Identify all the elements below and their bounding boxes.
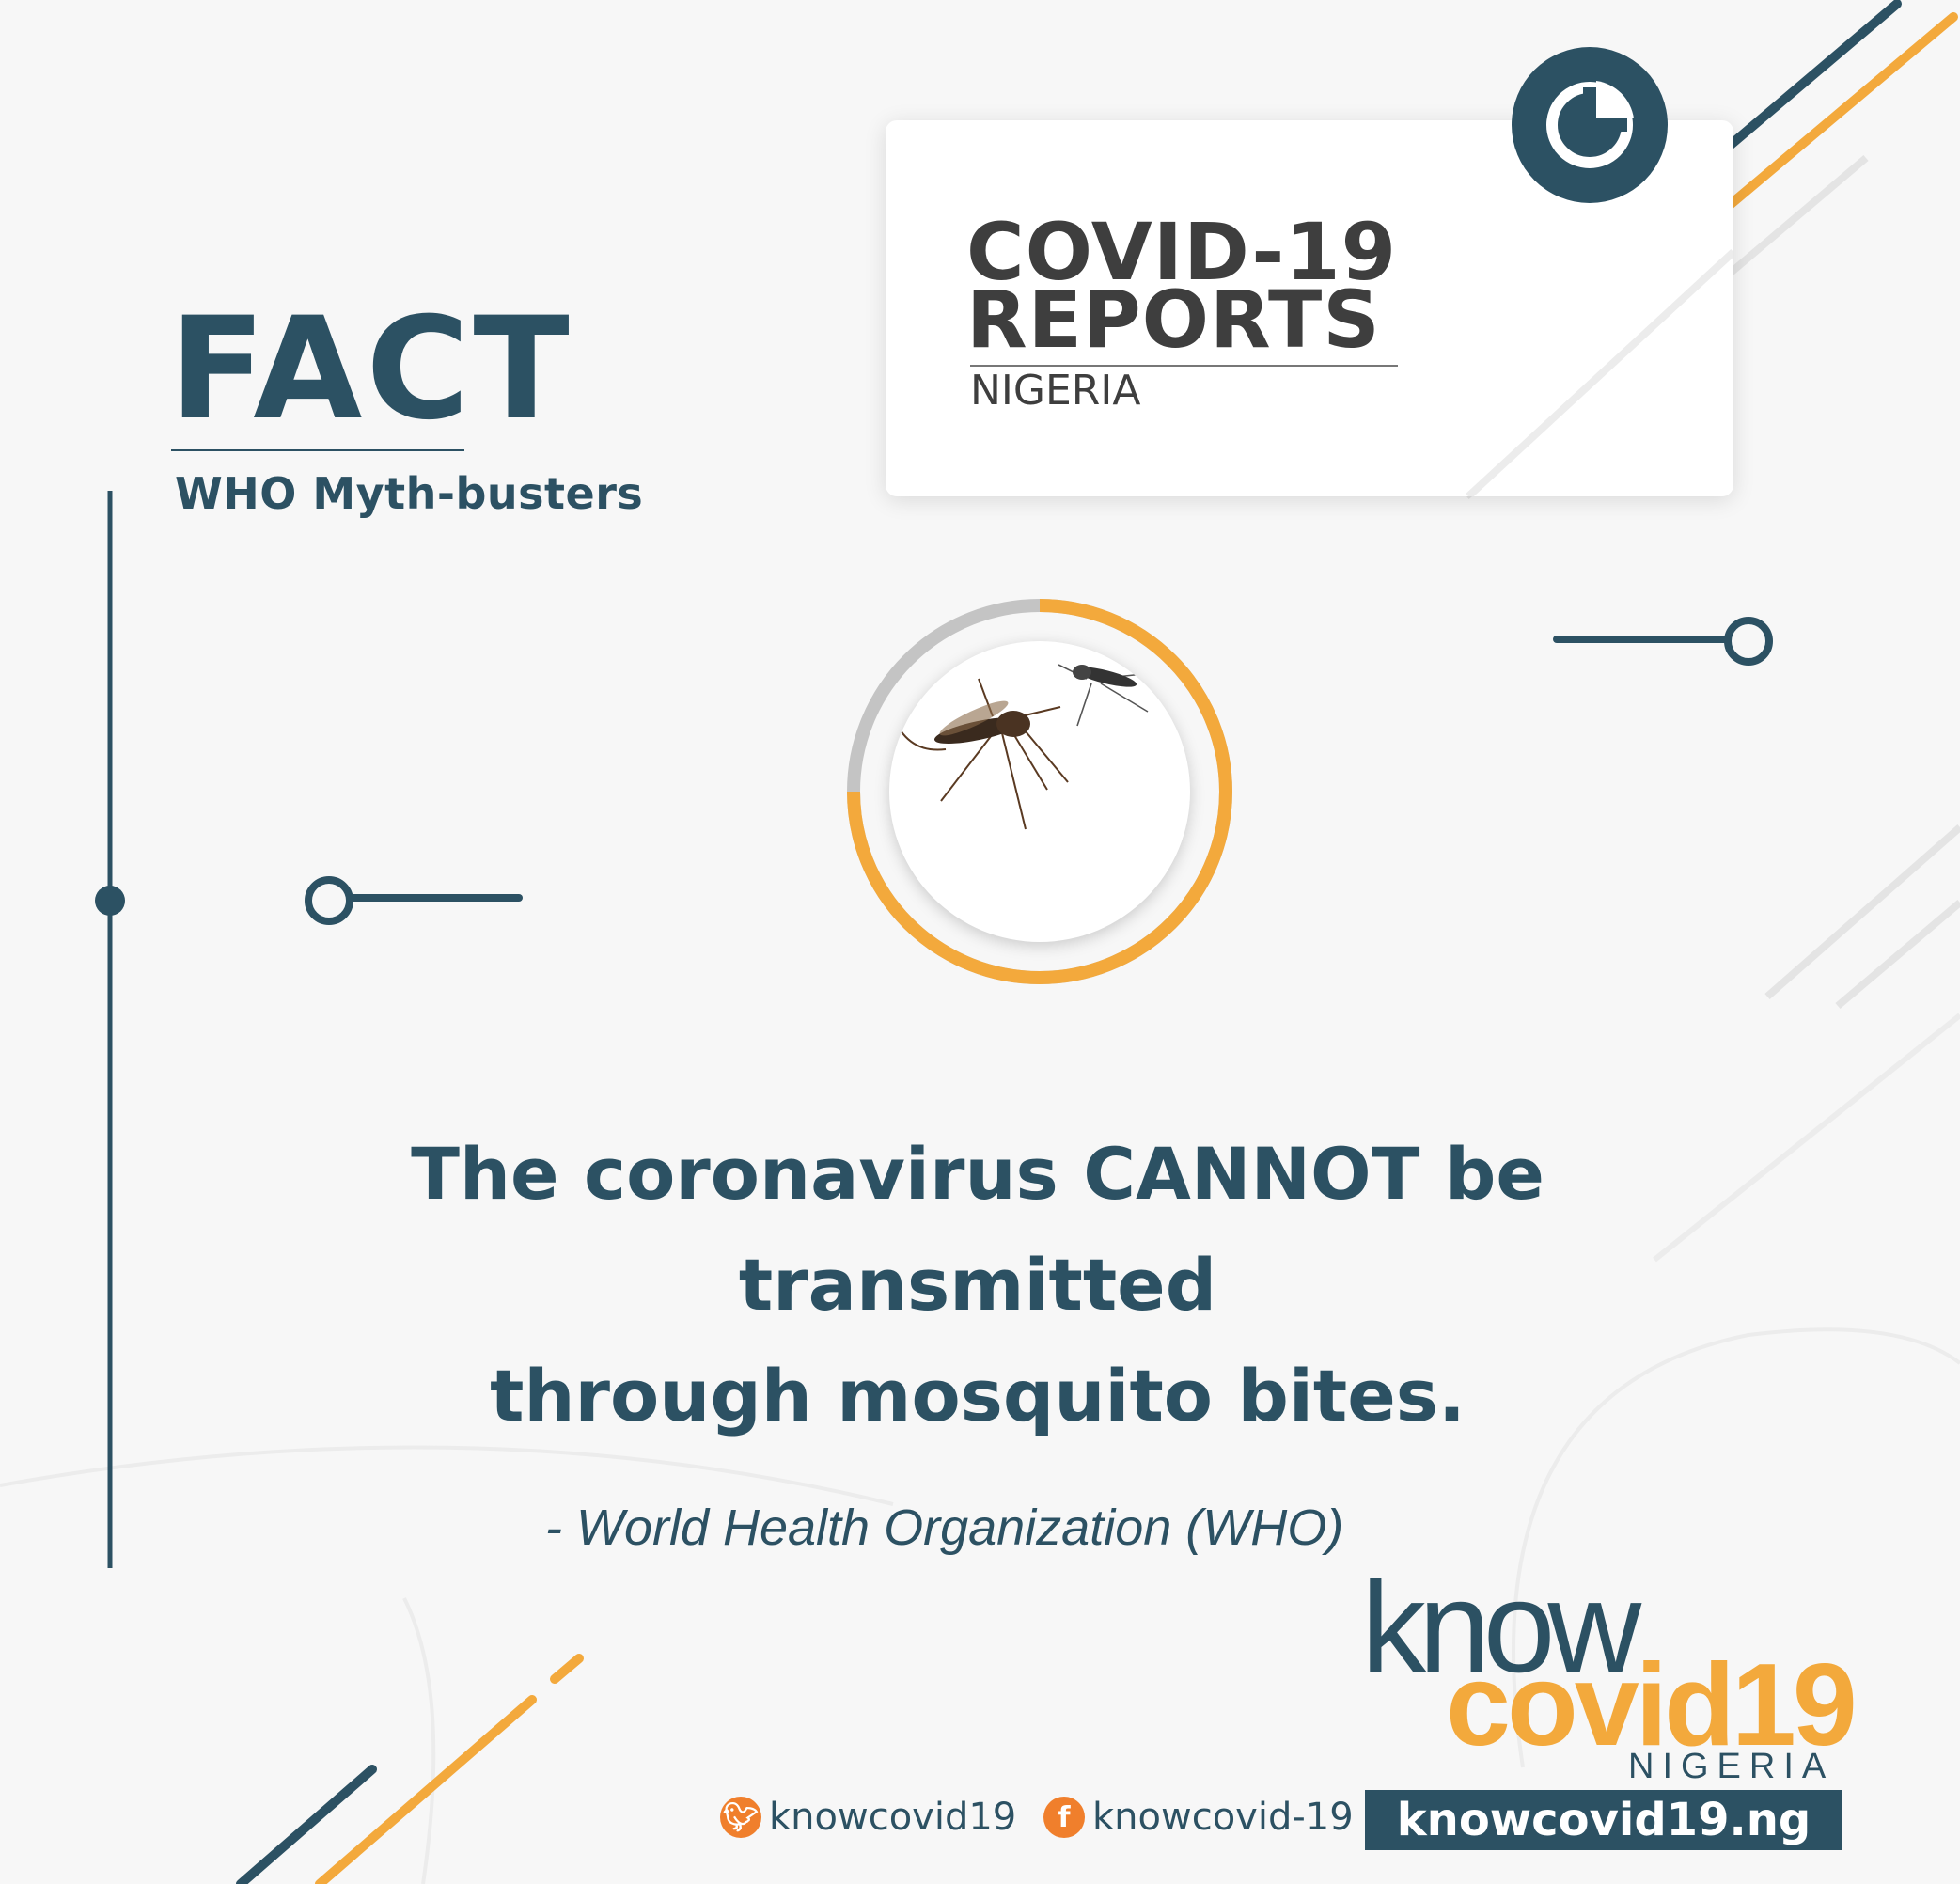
timeline-dot xyxy=(95,886,125,916)
statement-line2: through mosquito bites. xyxy=(490,1354,1466,1437)
facebook-link[interactable]: f knowcovid-19 xyxy=(1043,1796,1354,1839)
website-link[interactable]: knowcovid19.ng xyxy=(1365,1790,1842,1850)
connector-node xyxy=(1724,617,1773,666)
logo-country: NIGERIA xyxy=(1628,1747,1835,1786)
report-title-line2: REPORTS xyxy=(966,274,1381,366)
mosquito-illustration xyxy=(892,664,1149,830)
decor-curve xyxy=(402,1597,436,1884)
connector-node xyxy=(305,876,353,925)
decor-grey-line xyxy=(1764,824,1960,1000)
attribution: - World Health Organization (WHO) xyxy=(545,1499,1344,1556)
report-country: NIGERIA xyxy=(970,367,1141,415)
decor-orange-line xyxy=(550,1654,584,1684)
twitter-link[interactable]: 🐦︎ knowcovid19 xyxy=(720,1796,1016,1839)
fact-title: FACT xyxy=(169,288,573,451)
decor-navy-line xyxy=(236,1765,377,1884)
facebook-icon: f xyxy=(1043,1797,1085,1838)
fact-statement: The coronavirus CANNOT be transmitted th… xyxy=(169,1119,1786,1452)
twitter-handle: knowcovid19 xyxy=(769,1796,1017,1839)
fact-divider xyxy=(171,449,464,451)
mosquito-image xyxy=(889,641,1190,942)
statement-line1: The coronavirus CANNOT be transmitted xyxy=(411,1132,1544,1327)
decor-curve xyxy=(0,1445,894,1506)
facebook-handle: knowcovid-19 xyxy=(1092,1796,1354,1839)
report-title: COVID-19 REPORTS xyxy=(966,212,1397,366)
pie-chart-icon xyxy=(1512,47,1668,203)
fact-subtitle: WHO Myth-busters xyxy=(175,468,644,519)
twitter-icon: 🐦︎ xyxy=(720,1797,761,1838)
